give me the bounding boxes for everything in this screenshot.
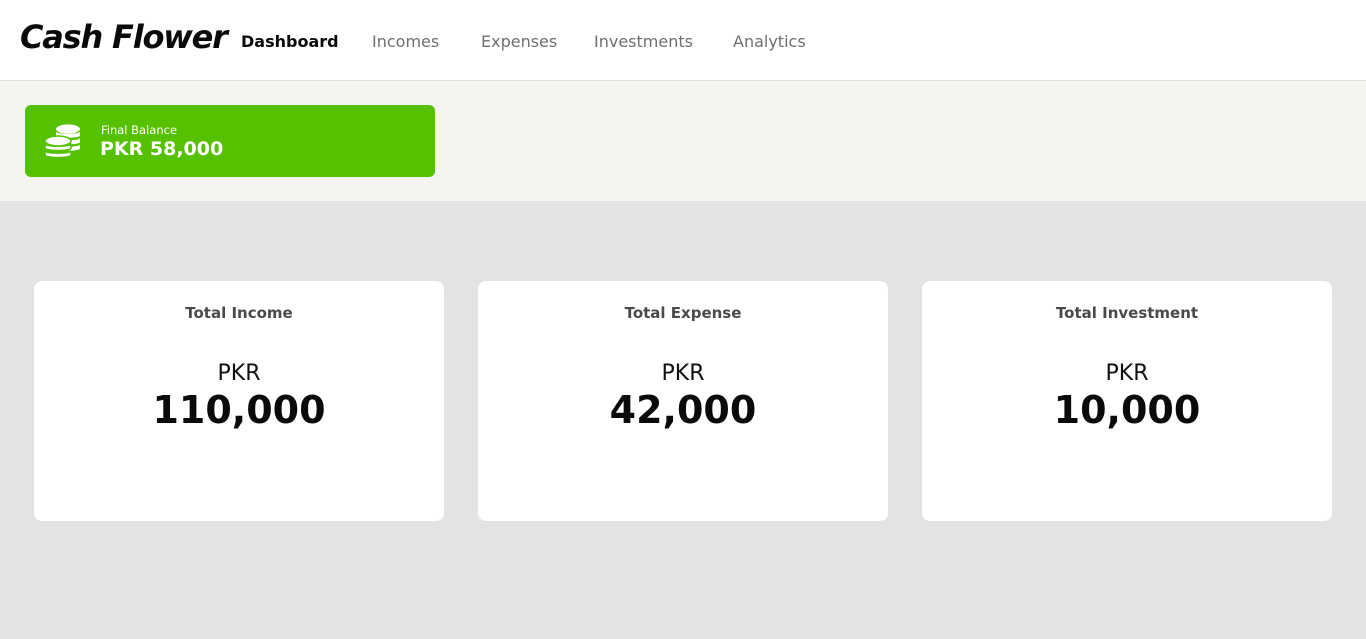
total-expense-currency: PKR	[661, 361, 705, 386]
total-investment-title: Total Investment	[1055, 304, 1199, 322]
total-expense-card: Total Expense PKR 42,000	[478, 281, 888, 521]
nav-investments[interactable]: Investments	[594, 31, 693, 53]
total-income-amount: 110,000	[152, 388, 326, 432]
total-income-title: Total Income	[185, 304, 293, 322]
nav-dashboard[interactable]: Dashboard	[241, 31, 339, 53]
total-income-currency: PKR	[217, 361, 261, 386]
final-balance-label: Final Balance	[101, 123, 178, 137]
coins-stack-icon	[43, 122, 83, 162]
top-navbar: Cash Flower Dashboard Incomes Expenses I…	[0, 0, 1366, 81]
total-investment-currency: PKR	[1105, 361, 1149, 386]
final-balance-value: PKR 58,000	[100, 138, 224, 160]
final-balance-card: Final Balance PKR 58,000	[25, 105, 435, 177]
total-investment-amount: 10,000	[1053, 388, 1201, 432]
total-expense-amount: 42,000	[609, 388, 757, 432]
nav-expenses[interactable]: Expenses	[481, 31, 557, 53]
total-income-card: Total Income PKR 110,000	[34, 281, 444, 521]
nav-analytics[interactable]: Analytics	[733, 31, 806, 53]
brand-logo[interactable]: Cash Flower	[20, 18, 228, 56]
total-investment-card: Total Investment PKR 10,000	[922, 281, 1332, 521]
total-expense-title: Total Expense	[624, 304, 742, 322]
balance-section: Final Balance PKR 58,000	[0, 81, 1366, 201]
nav-incomes[interactable]: Incomes	[372, 31, 439, 53]
